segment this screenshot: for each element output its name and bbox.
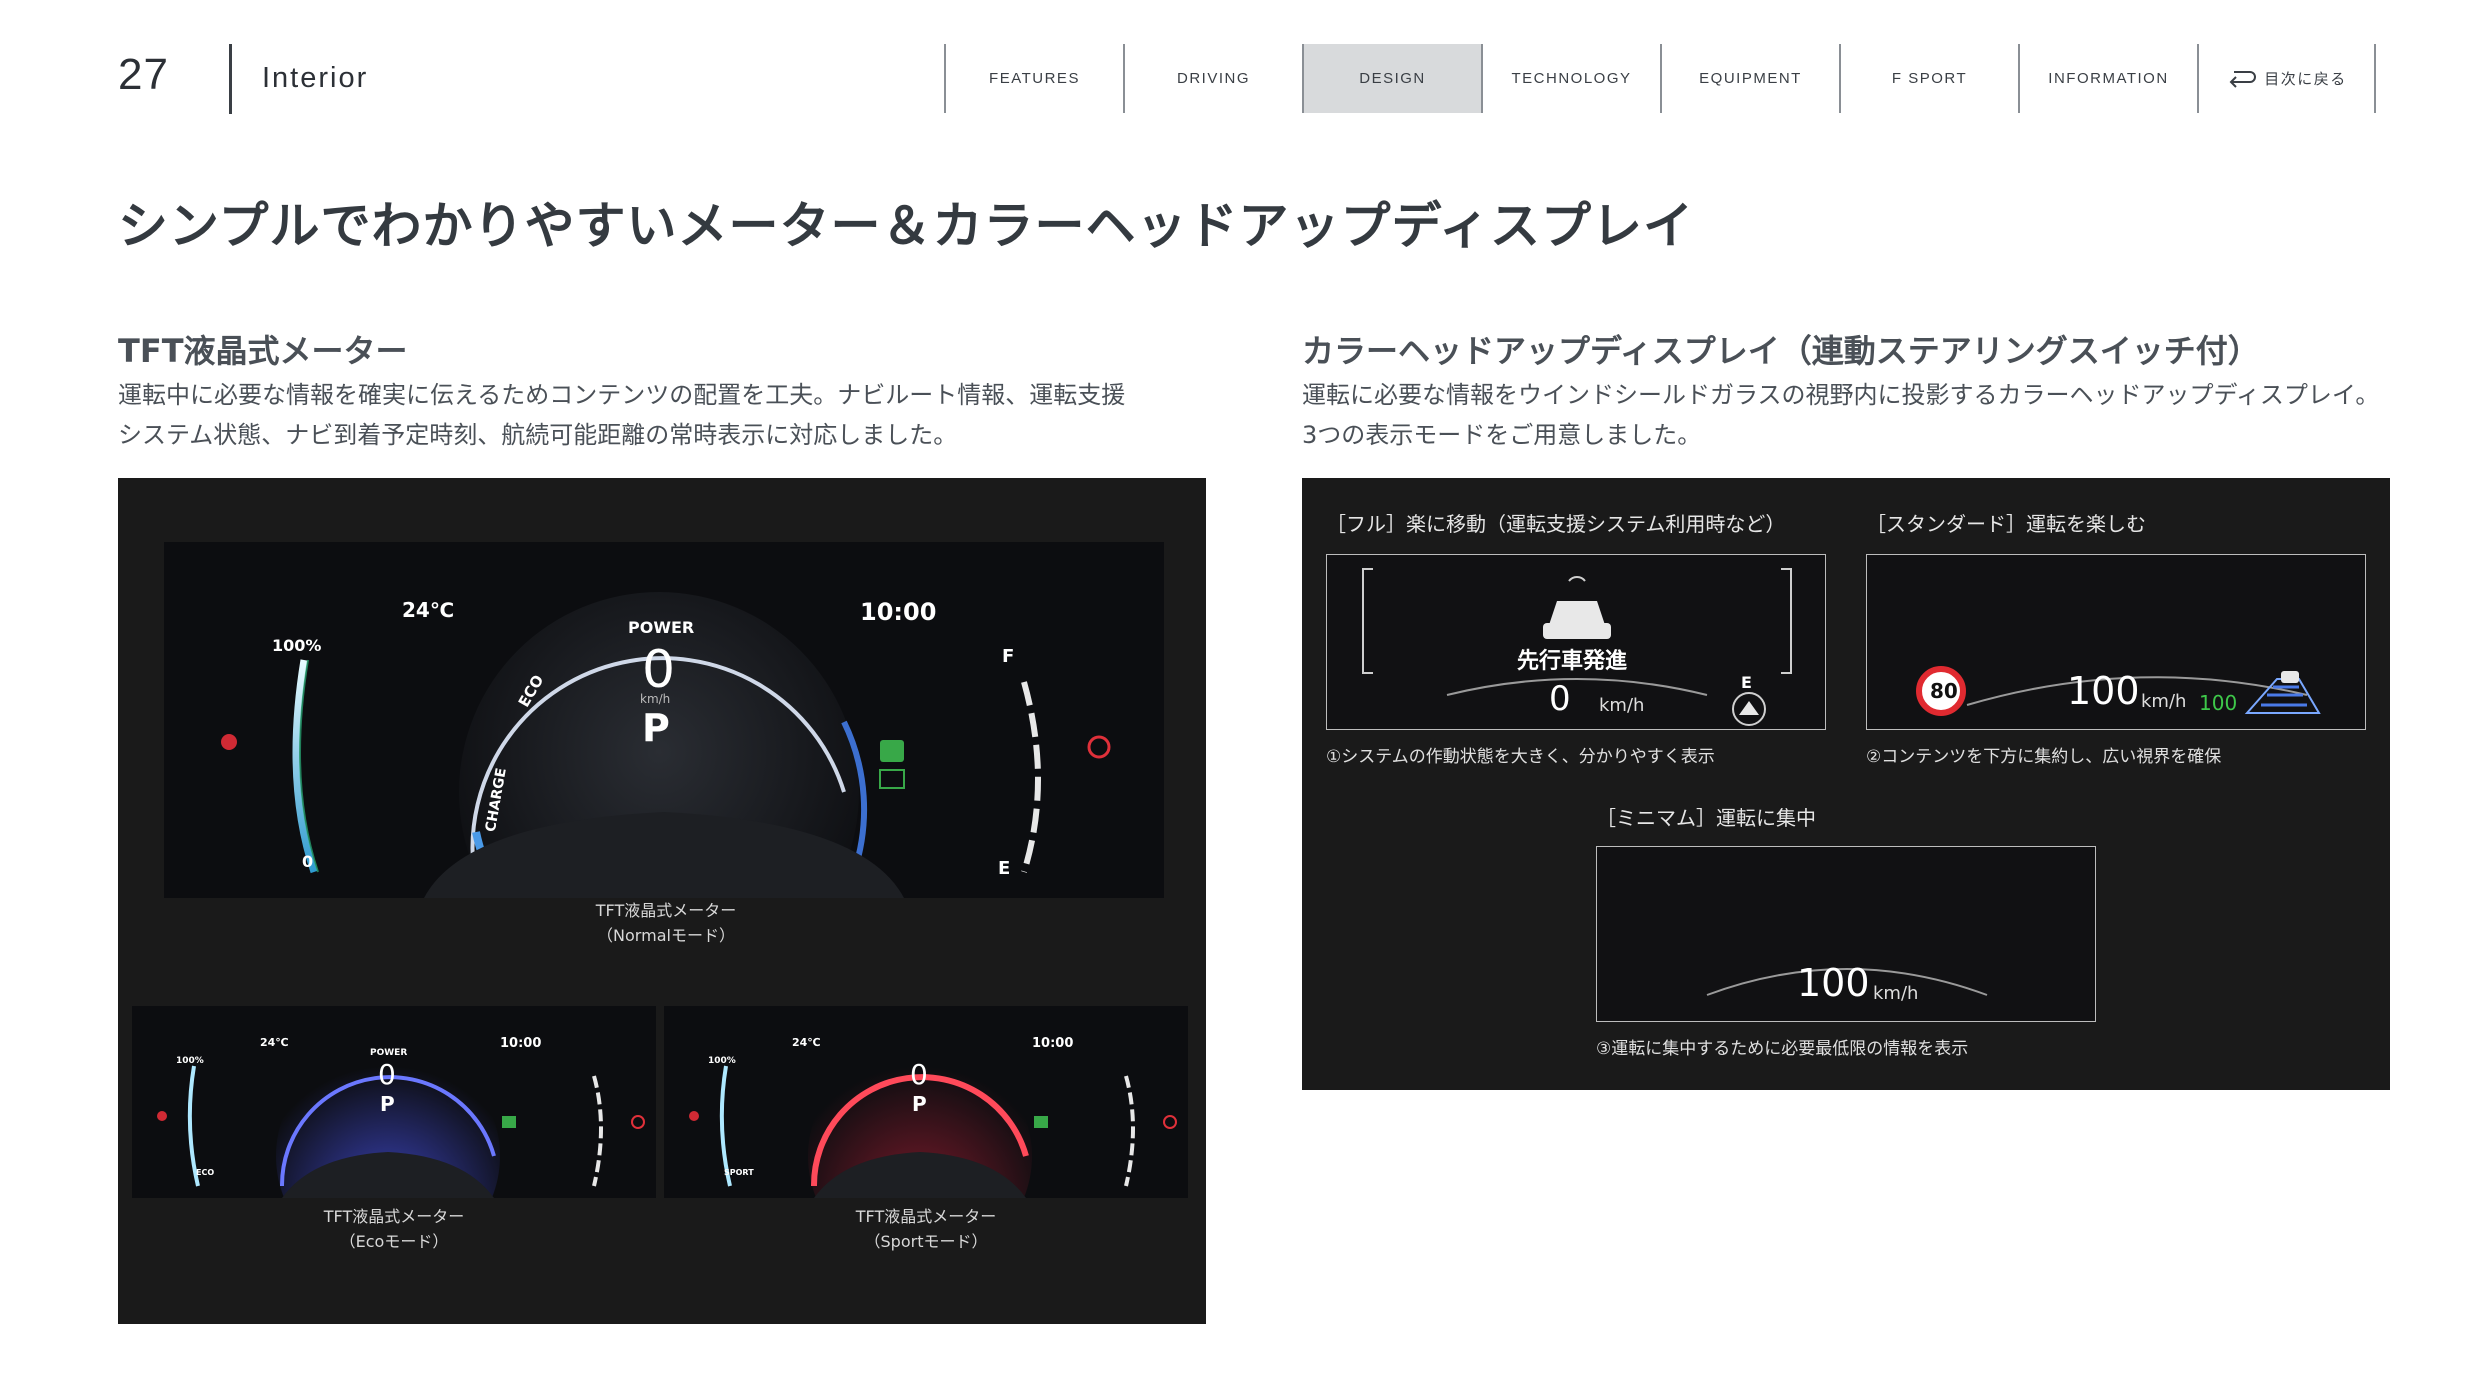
tft-desc-line-1: 運転中に必要な情報を確実に伝えるためコンテンツの配置を工夫。ナビルート情報、運転… [118, 381, 1126, 409]
nav-f-sport[interactable]: F SPORT [1839, 44, 2018, 113]
nav-back-to-toc[interactable]: 目次に戻る [2197, 44, 2376, 113]
sport-mode-label: SPORT [724, 1168, 754, 1177]
back-label: 目次に戻る [2264, 71, 2347, 88]
sport-clock: 10:00 [1032, 1036, 1074, 1051]
return-arrow-icon [2229, 70, 2257, 88]
meter-eco-caption: TFT液晶式メーター （Ecoモード） [274, 1204, 514, 1254]
eco-speed: 0 [378, 1058, 396, 1091]
hud-minimum-label: ［ミニマム］運転に集中 [1596, 806, 1816, 830]
caption-line-1: TFT液晶式メーター [323, 1207, 465, 1226]
hud-full-image: 先行車発進 0 km/h E [1326, 554, 1826, 730]
hud-standard-image: 80 100 km/h 100 [1866, 554, 2366, 730]
top-nav: FEATURES DRIVING DESIGN TECHNOLOGY EQUIP… [944, 44, 2376, 113]
hud-standard-unit: km/h [2141, 691, 2187, 712]
hud-full-message: 先行車発進 [1517, 649, 1628, 674]
hud-description: 運転に必要な情報をウインドシールドガラスの視野内に投影するカラーヘッドアップディ… [1302, 375, 2402, 455]
tft-meter-description: 運転中に必要な情報を確実に伝えるためコンテンツの配置を工夫。ナビルート情報、運転… [118, 375, 1218, 455]
sport-gear: P [912, 1092, 927, 1116]
page-number: 27 [118, 50, 169, 99]
caption-line-2: （Ecoモード） [339, 1232, 449, 1251]
power-label: POWER [628, 618, 695, 637]
nav-equipment[interactable]: EQUIPMENT [1660, 44, 1839, 113]
speed-readout: 0 [642, 640, 676, 700]
sport-fuel-top: 100% [708, 1056, 736, 1066]
eco-clock: 10:00 [500, 1036, 542, 1051]
nav-driving[interactable]: DRIVING [1123, 44, 1302, 113]
nav-design[interactable]: DESIGN [1302, 44, 1481, 113]
fuel-full-label: F [1002, 646, 1015, 667]
temp-readout: 24℃ [402, 598, 455, 622]
section-title: Interior [262, 62, 369, 94]
nav-information[interactable]: INFORMATION [2018, 44, 2197, 113]
hud-full-speed: 0 [1549, 679, 1571, 719]
header-divider [229, 44, 232, 114]
tft-meter-heading: TFT液晶式メーター [118, 332, 408, 370]
sport-temp: 24℃ [792, 1036, 821, 1049]
hud-full-label: ［フル］楽に移動（運転支援システム利用時など） [1326, 512, 1786, 536]
meter-image-panel: 24℃ 10:00 100% 0 F E POWER ECO CHARGE 0 … [118, 478, 1206, 1324]
nav-technology[interactable]: TECHNOLOGY [1481, 44, 1660, 113]
hud-standard-label: ［スタンダード］運転を楽しむ [1866, 512, 2146, 536]
hud-minimum-note: ③運転に集中するために必要最低限の情報を表示 [1596, 1039, 1969, 1059]
caption-line-2: （Normalモード） [597, 926, 735, 945]
nav-features[interactable]: FEATURES [944, 44, 1123, 113]
meter-normal-caption: TFT液晶式メーター （Normalモード） [546, 898, 786, 948]
hud-standard-speed: 100 [2067, 669, 2140, 713]
fuel-empty-label: E [998, 858, 1011, 879]
hud-image-panel: ［フル］楽に移動（運転支援システム利用時など） 先行車発進 0 km/h E ①… [1302, 478, 2390, 1090]
meter-sport-caption: TFT液晶式メーター （Sportモード） [806, 1204, 1046, 1254]
caption-line-2: （Sportモード） [864, 1232, 988, 1251]
eco-power-label: POWER [370, 1048, 408, 1058]
fuel-top-label: 100% [272, 636, 322, 655]
eco-temp: 24℃ [260, 1036, 289, 1049]
caption-line-1: TFT液晶式メーター [595, 901, 737, 920]
clock-readout: 10:00 [860, 598, 937, 626]
hud-desc-line-1: 運転に必要な情報をウインドシールドガラスの視野内に投影するカラーヘッドアップディ… [1302, 381, 2380, 409]
hud-full-e: E [1741, 673, 1752, 692]
tft-desc-line-2: システム状態、ナビ到着予定時刻、航続可能距離の常時表示に対応しました。 [118, 421, 958, 449]
gear-indicator: P [642, 706, 670, 750]
page-title: シンプルでわかりやすいメーター＆カラーヘッドアップディスプレイ [118, 197, 1694, 255]
hud-standard-note: ②コンテンツを下方に集約し、広い視界を確保 [1866, 747, 2222, 767]
hud-full-unit: km/h [1599, 695, 1645, 716]
hud-minimum-unit: km/h [1873, 983, 1919, 1004]
eco-gear: P [380, 1092, 395, 1116]
hud-set-speed: 100 [2199, 691, 2238, 715]
sport-speed: 0 [910, 1058, 928, 1091]
hud-minimum-image: 100 km/h [1596, 846, 2096, 1022]
hud-speed-limit: 80 [1930, 679, 1958, 703]
fuel-bottom-label: 0 [302, 852, 314, 871]
eco-fuel-top: 100% [176, 1056, 204, 1066]
hud-desc-line-2: 3つの表示モードをご用意しました。 [1302, 421, 1702, 449]
eco-mode-label: ECO [196, 1168, 215, 1177]
meter-eco-image: 24℃ 10:00 100% POWER 0 P ECO [132, 1006, 656, 1198]
meter-sport-image: 24℃ 10:00 100% 0 P SPORT [664, 1006, 1188, 1198]
hud-full-note: ①システムの作動状態を大きく、分かりやすく表示 [1326, 747, 1715, 767]
hud-minimum-speed: 100 [1797, 961, 1870, 1005]
meter-normal-image: 24℃ 10:00 100% 0 F E POWER ECO CHARGE 0 … [164, 542, 1164, 898]
hud-heading: カラーヘッドアップディスプレイ（連動ステアリングスイッチ付） [1302, 332, 2260, 370]
speed-unit: km/h [640, 692, 671, 706]
caption-line-1: TFT液晶式メーター [855, 1207, 997, 1226]
